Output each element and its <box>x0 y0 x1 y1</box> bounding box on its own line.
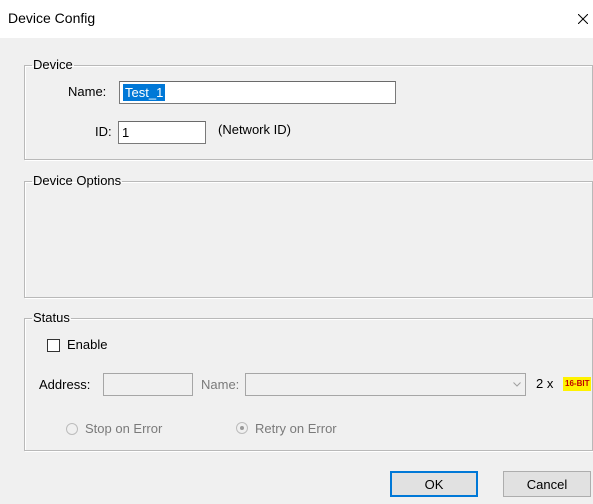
address-label: Address: <box>39 377 91 392</box>
close-icon <box>578 14 588 24</box>
title-bar: Device Config <box>0 0 593 38</box>
device-id-label: ID: <box>95 124 112 139</box>
status-group-legend: Status <box>33 310 70 325</box>
device-name-label: Name: <box>68 84 107 99</box>
stop-on-error-radio[interactable] <box>66 423 78 435</box>
device-group-legend: Device <box>33 57 73 72</box>
cancel-button[interactable]: Cancel <box>503 471 591 497</box>
device-name-input[interactable] <box>119 81 396 104</box>
register-multiplier: 2 x <box>536 376 554 391</box>
window-title: Device Config <box>8 10 96 26</box>
network-id-hint: (Network ID) <box>218 122 291 137</box>
enable-checkbox[interactable] <box>47 339 60 352</box>
retry-on-error-radio[interactable] <box>236 422 248 434</box>
device-id-input[interactable] <box>118 121 206 144</box>
ok-button[interactable]: OK <box>390 471 478 497</box>
device-group: Device <box>24 58 593 160</box>
status-name-combo[interactable] <box>245 373 526 396</box>
enable-label: Enable <box>67 337 108 352</box>
stop-on-error-label: Stop on Error <box>85 421 163 436</box>
retry-on-error-label: Retry on Error <box>255 421 337 436</box>
device-options-group: Device Options <box>24 174 593 298</box>
address-input[interactable] <box>103 373 193 396</box>
radio-selected-dot <box>240 426 244 430</box>
close-button[interactable] <box>573 0 593 38</box>
chevron-down-icon <box>512 382 521 387</box>
device-config-dialog: Device Config Device Name: Test_1 ID: (N… <box>0 0 593 504</box>
bit-width-badge: 16-BIT <box>563 377 592 391</box>
device-options-legend: Device Options <box>33 173 122 188</box>
status-name-label: Name: <box>201 377 240 392</box>
combo-dropdown-button[interactable] <box>508 374 525 395</box>
